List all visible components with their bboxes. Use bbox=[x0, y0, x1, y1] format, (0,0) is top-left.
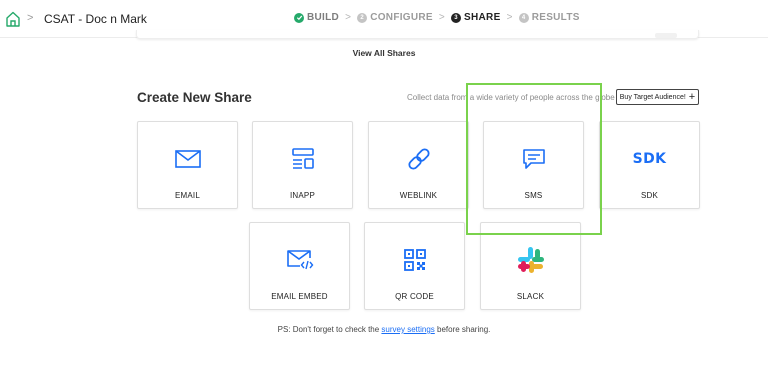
share-tile-label: INAPP bbox=[289, 191, 315, 200]
section-title: Create New Share bbox=[137, 90, 252, 105]
survey-settings-link[interactable]: survey settings bbox=[381, 325, 434, 334]
share-tile-label: SLACK bbox=[516, 292, 545, 301]
share-tile-sms[interactable]: SMS bbox=[483, 121, 584, 209]
footer-note: PS: Don't forget to check the survey set… bbox=[0, 325, 768, 334]
step-results[interactable]: 4 RESULTS bbox=[518, 12, 580, 23]
step-share[interactable]: 3 SHARE bbox=[451, 12, 501, 23]
step-build-label: BUILD bbox=[307, 12, 340, 23]
view-all-shares-link[interactable]: View All Shares bbox=[0, 48, 768, 58]
step-configure[interactable]: 2 CONFIGURE bbox=[357, 12, 433, 23]
step-share-number: 3 bbox=[451, 12, 462, 23]
share-tile-email[interactable]: EMAIL bbox=[137, 121, 238, 209]
home-icon[interactable] bbox=[6, 11, 20, 27]
inapp-layout-icon bbox=[291, 148, 314, 169]
step-results-label: RESULTS bbox=[531, 12, 580, 23]
chevron-right-icon: > bbox=[506, 12, 513, 23]
buy-target-audience-label: Buy Target Audience! bbox=[619, 93, 686, 101]
collect-description: Collect data from a wide variety of peop… bbox=[407, 93, 615, 102]
footer-note-prefix: PS: Don't forget to check the bbox=[277, 325, 382, 334]
link-icon bbox=[407, 148, 430, 170]
step-build[interactable]: BUILD bbox=[294, 12, 339, 23]
chevron-right-icon: > bbox=[345, 12, 352, 23]
share-tile-inapp[interactable]: INAPP bbox=[252, 121, 353, 209]
share-tile-label: WEBLINK bbox=[399, 191, 438, 200]
share-tile-label: EMAIL bbox=[174, 191, 200, 200]
survey-title: CSAT - Doc n Mark bbox=[44, 12, 147, 26]
share-tile-sdk[interactable]: SDK SDK bbox=[599, 121, 700, 209]
envelope-icon bbox=[174, 150, 201, 168]
share-tile-label: SDK bbox=[640, 191, 659, 200]
share-tile-email-embed[interactable]: EMAIL EMBED bbox=[249, 222, 350, 310]
step-results-number: 4 bbox=[518, 12, 529, 23]
sdk-icon: SDK bbox=[632, 151, 667, 167]
slack-icon bbox=[517, 247, 544, 273]
step-configure-label: CONFIGURE bbox=[370, 12, 433, 23]
previous-shares-card bbox=[136, 30, 699, 39]
plus-icon: + bbox=[688, 90, 696, 103]
share-tile-label: EMAIL EMBED bbox=[271, 292, 328, 301]
breadcrumb-separator: > bbox=[27, 12, 34, 24]
step-share-label: SHARE bbox=[464, 12, 501, 23]
share-tile-qr-code[interactable]: QR CODE bbox=[364, 222, 465, 310]
previous-shares-chip bbox=[655, 33, 677, 38]
envelope-code-icon bbox=[286, 250, 313, 270]
check-icon bbox=[294, 12, 304, 23]
step-configure-number: 2 bbox=[357, 12, 368, 23]
buy-target-audience-button[interactable]: Buy Target Audience! + bbox=[616, 89, 699, 105]
share-tile-label: QR CODE bbox=[395, 292, 434, 301]
chevron-right-icon: > bbox=[438, 12, 446, 23]
qr-code-icon bbox=[403, 249, 426, 271]
share-tile-label: SMS bbox=[524, 191, 543, 200]
message-icon bbox=[522, 149, 545, 169]
share-tile-slack[interactable]: SLACK bbox=[480, 222, 581, 310]
footer-note-suffix: before sharing. bbox=[434, 325, 491, 334]
stepper: BUILD > 2 CONFIGURE > 3 SHARE > 4 RESULT… bbox=[294, 12, 580, 23]
share-tile-weblink[interactable]: WEBLINK bbox=[368, 121, 469, 209]
